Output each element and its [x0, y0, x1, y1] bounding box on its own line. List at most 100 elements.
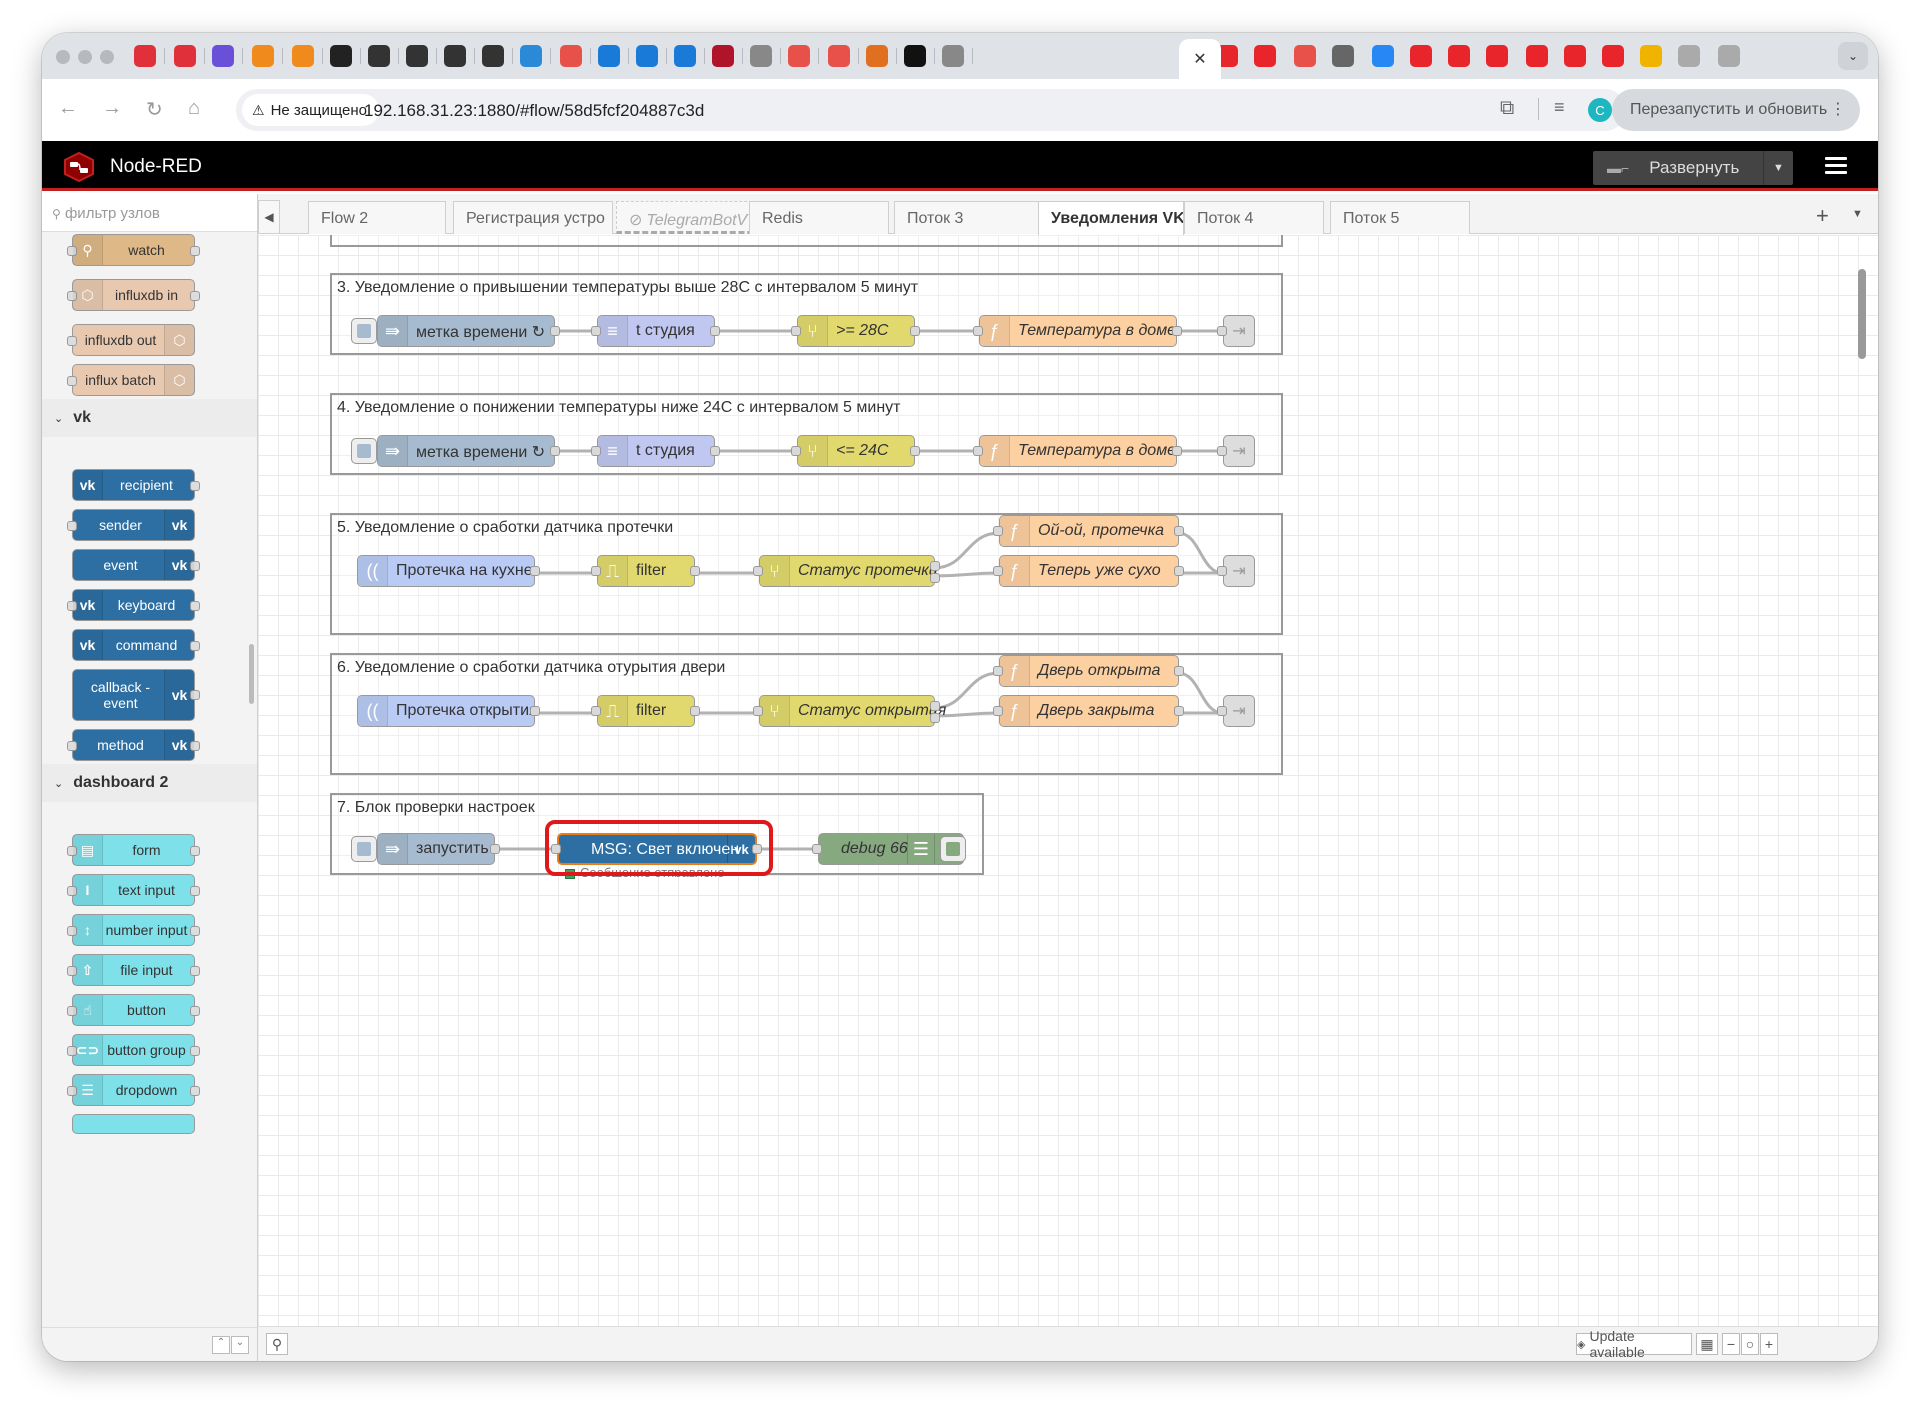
output-port[interactable] [910, 446, 920, 456]
browser-tab-favicon[interactable] [444, 45, 466, 67]
browser-tab-favicon[interactable] [674, 45, 696, 67]
url-text[interactable]: 192.168.31.23:1880/#flow/58d5fcf204887c3… [364, 101, 704, 121]
output-port[interactable] [490, 844, 500, 854]
input-port[interactable] [591, 326, 601, 336]
input-port[interactable] [753, 566, 763, 576]
palette-node[interactable]: ▤ form [67, 834, 200, 866]
input-port[interactable] [591, 446, 601, 456]
browser-tab-favicon[interactable] [712, 45, 734, 67]
browser-tab-favicon[interactable] [406, 45, 428, 67]
flow-node[interactable]: ƒ Температура в доме [979, 435, 1177, 467]
output-port[interactable] [930, 573, 940, 583]
home-icon[interactable]: ⌂ [188, 97, 200, 120]
tab-flow-2[interactable]: Регистрация устро [453, 201, 613, 234]
flow-node[interactable]: ⑂ Статус протечки [759, 555, 938, 587]
palette-node[interactable]: vk sender [67, 509, 195, 541]
input-port[interactable] [1217, 706, 1227, 716]
tab-flow-3[interactable]: ⊘ TelegramBotVVS [616, 201, 762, 234]
browser-tab-favicon[interactable] [1372, 45, 1394, 67]
palette-node[interactable]: vk command [72, 629, 200, 661]
palette-node[interactable]: vk event [72, 549, 200, 581]
flow-node[interactable]: ⇛ запустить [377, 833, 495, 865]
palette-node[interactable]: vk keyboard [67, 589, 200, 621]
output-port[interactable] [930, 713, 940, 723]
navigator-icon[interactable]: ▦ [1696, 1333, 1718, 1355]
flow-node[interactable]: ƒ Температура в доме [979, 315, 1177, 347]
browser-tab-favicon[interactable] [1294, 45, 1316, 67]
inject-trigger-button[interactable] [351, 836, 377, 862]
tab-flow-7[interactable]: Поток 4 [1184, 201, 1324, 234]
input-port[interactable] [1217, 566, 1227, 576]
browser-tab-favicon[interactable] [368, 45, 390, 67]
flow-node[interactable]: ƒ Дверь открыта [999, 655, 1179, 687]
flow-list-dropdown-icon[interactable]: ▼ [1852, 208, 1863, 220]
browser-tab-favicon[interactable] [330, 45, 352, 67]
link-out-node[interactable]: ⇥ [1223, 435, 1255, 467]
input-port[interactable] [812, 844, 822, 854]
input-port[interactable] [993, 706, 1003, 716]
close-tab-icon[interactable]: ✕ [1193, 49, 1206, 69]
palette-category-dashboard[interactable]: ⌄ dashboard 2 [42, 764, 257, 802]
palette-filter-input[interactable]: ⚲ фильтр узлов [42, 194, 257, 232]
back-icon[interactable]: ← [58, 97, 78, 120]
output-port[interactable] [710, 446, 720, 456]
tab-search-button[interactable]: ⌄ [1838, 42, 1868, 70]
flow-group[interactable] [330, 235, 1283, 247]
flow-node[interactable]: ⇛ метка времени ↻ [377, 315, 555, 347]
browser-tab-favicon[interactable] [750, 45, 772, 67]
tab-flow-8[interactable]: Поток 5 [1330, 201, 1470, 234]
browser-tab-favicon[interactable] [1448, 45, 1470, 67]
palette-node[interactable]: ☝ button [67, 994, 200, 1026]
output-port[interactable] [1172, 326, 1182, 336]
palette-node[interactable]: ⇧ file input [67, 954, 200, 986]
flow-node[interactable]: ⎍ filter [597, 695, 695, 727]
profile-avatar[interactable]: C [1588, 98, 1612, 122]
output-port[interactable] [930, 701, 940, 711]
link-out-node[interactable]: ⇥ [1223, 695, 1255, 727]
flow-node[interactable]: ƒ Дверь закрыта [999, 695, 1179, 727]
browser-tab-favicon[interactable] [1410, 45, 1432, 67]
palette-node[interactable]: vk method [67, 729, 200, 761]
update-available-button[interactable]: ◈ Update available [1576, 1328, 1692, 1360]
input-port[interactable] [591, 706, 601, 716]
output-port[interactable] [930, 561, 940, 571]
flow-node[interactable]: ⑂ <= 24C [797, 435, 915, 467]
deploy-dropdown-icon[interactable]: ▼ [1763, 151, 1793, 185]
browser-tab-favicon[interactable] [1678, 45, 1700, 67]
close-window-icon[interactable] [56, 50, 70, 64]
flow-node[interactable]: ⇛ метка времени ↻ [377, 435, 555, 467]
tab-flow-4[interactable]: Redis [749, 201, 889, 234]
input-port[interactable] [973, 446, 983, 456]
input-port[interactable] [791, 326, 801, 336]
palette-node[interactable]: ↕ number input [67, 914, 200, 946]
palette-node[interactable]: vk callback - event [72, 669, 200, 721]
palette-node[interactable]: ⊂⊃ button group [67, 1034, 200, 1066]
palette-node[interactable]: vk recipient [72, 469, 200, 501]
input-port[interactable] [1217, 326, 1227, 336]
output-port[interactable] [1174, 526, 1184, 536]
output-port[interactable] [910, 326, 920, 336]
output-port[interactable] [550, 326, 560, 336]
zoom-reset-icon[interactable]: ○ [1741, 1333, 1759, 1355]
palette-node[interactable]: ⬡ influxdb out [67, 324, 195, 356]
input-port[interactable] [1217, 446, 1227, 456]
zoom-window-icon[interactable] [100, 50, 114, 64]
output-port[interactable] [690, 706, 700, 716]
browser-tab-favicon[interactable] [174, 45, 196, 67]
main-menu-icon[interactable] [1825, 157, 1847, 175]
forward-icon[interactable]: → [102, 97, 122, 120]
palette-node[interactable] [72, 1114, 195, 1134]
output-port[interactable] [1174, 706, 1184, 716]
reading-list-icon[interactable]: ≡ [1554, 97, 1565, 118]
browser-tab-favicon[interactable] [134, 45, 156, 67]
flow-canvas[interactable]: 3. Уведомление о привышении температуры … [258, 235, 1878, 1361]
browser-tab-favicon[interactable] [520, 45, 542, 67]
browser-tab-favicon[interactable] [252, 45, 274, 67]
browser-tab-favicon[interactable] [942, 45, 964, 67]
browser-tab-favicon[interactable] [1564, 45, 1586, 67]
link-out-node[interactable]: ⇥ [1223, 315, 1255, 347]
output-port[interactable] [710, 326, 720, 336]
output-port[interactable] [1172, 446, 1182, 456]
browser-tab-favicon[interactable] [866, 45, 888, 67]
browser-tab-favicon[interactable] [1486, 45, 1508, 67]
